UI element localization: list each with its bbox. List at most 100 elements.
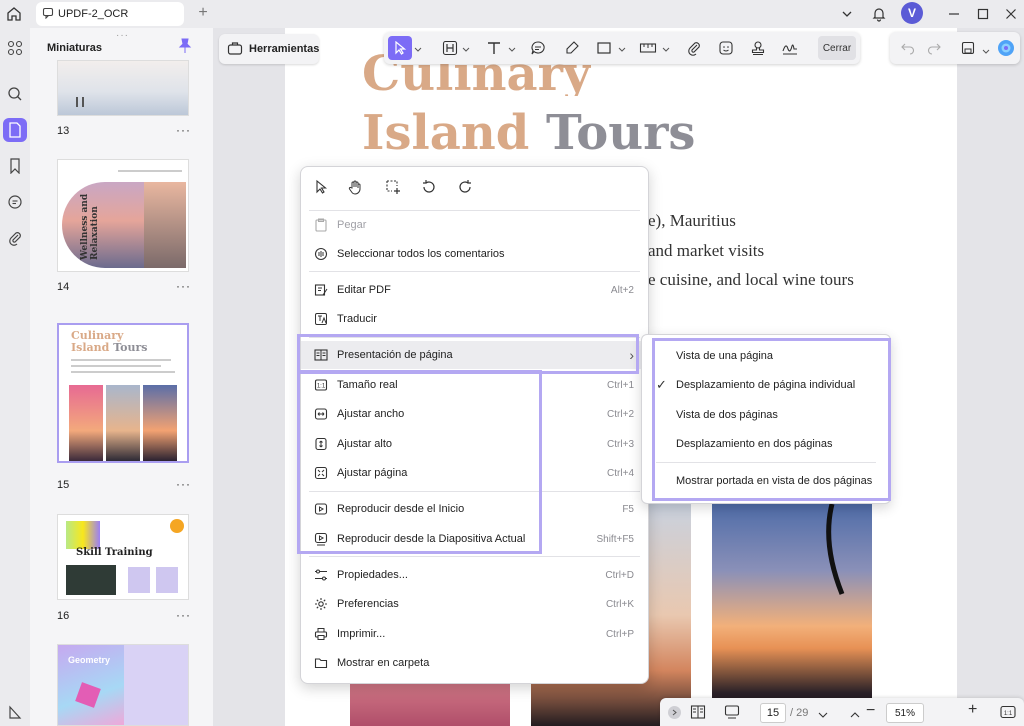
- menu-item-translate[interactable]: Traducir: [301, 305, 648, 333]
- menu-item-actual-size[interactable]: 1:1 Tamaño real Ctrl+1: [301, 371, 648, 399]
- add-area-icon[interactable]: [385, 179, 401, 198]
- more-options-icon[interactable]: ···: [176, 279, 191, 293]
- thumbnail-page-17[interactable]: Geometry: [57, 644, 189, 726]
- page-layout-icon[interactable]: [690, 704, 706, 723]
- fit-page-icon[interactable]: 1:1: [1000, 705, 1016, 722]
- undo-icon[interactable]: [896, 36, 920, 60]
- comments-icon: [313, 246, 329, 262]
- grid-icon[interactable]: [3, 36, 27, 60]
- actual-size-icon: 1:1: [313, 377, 329, 393]
- comment-icon[interactable]: [526, 36, 550, 60]
- panel-title: Miniaturas: [47, 42, 103, 54]
- menu-item-show-in-folder[interactable]: Mostrar en carpeta: [301, 649, 648, 677]
- document-tab[interactable]: UPDF-2_OCR: [36, 2, 184, 26]
- zoom-in-button[interactable]: +: [968, 701, 977, 719]
- thumbnail-text: Wellness and Relaxation: [80, 193, 100, 260]
- menu-item-fit-width[interactable]: Ajustar ancho Ctrl+2: [301, 400, 648, 428]
- measure-icon[interactable]: [636, 36, 660, 60]
- zoom-out-button[interactable]: −: [866, 702, 875, 720]
- page-photo: [350, 682, 510, 726]
- hand-tool-icon[interactable]: [347, 179, 363, 198]
- redo-icon[interactable]: [922, 36, 946, 60]
- more-options-icon[interactable]: ···: [176, 608, 191, 622]
- select-tool-icon[interactable]: [313, 179, 329, 198]
- submenu-item-single-page[interactable]: Vista de una página: [642, 342, 890, 370]
- signature-icon[interactable]: [778, 36, 802, 60]
- save-icon[interactable]: [956, 36, 980, 60]
- rotate-right-icon[interactable]: [457, 179, 473, 198]
- menu-item-fit-page[interactable]: Ajustar página Ctrl+4: [301, 459, 648, 487]
- comment-search-icon[interactable]: [3, 190, 27, 214]
- attachment-icon[interactable]: [3, 226, 27, 250]
- menu-item-preferences[interactable]: Preferencias Ctrl+K: [301, 590, 648, 618]
- home-icon[interactable]: [4, 4, 24, 24]
- ai-assistant-icon[interactable]: [994, 36, 1018, 60]
- sticker-icon[interactable]: [714, 36, 738, 60]
- page-number-input[interactable]: 15: [760, 703, 786, 723]
- minimize-icon[interactable]: [941, 2, 967, 26]
- thumbnail-page-16[interactable]: Skill Training: [57, 514, 189, 600]
- chevron-down-icon[interactable]: [508, 42, 516, 56]
- paperclip-icon[interactable]: [682, 36, 706, 60]
- updf-logo-icon[interactable]: [3, 700, 27, 724]
- close-toolbar-button[interactable]: Cerrar: [818, 36, 856, 60]
- page-total: / 29: [790, 707, 809, 719]
- menu-item-select-all-comments[interactable]: Seleccionar todos los comentarios: [301, 240, 648, 268]
- text-icon[interactable]: [482, 36, 506, 60]
- submenu-item-show-cover[interactable]: Mostrar portada en vista de dos páginas: [642, 467, 890, 495]
- chevron-up-icon[interactable]: [850, 708, 860, 722]
- tools-button[interactable]: Herramientas: [219, 34, 319, 64]
- chevron-down-icon[interactable]: [462, 42, 470, 56]
- maximize-icon[interactable]: [970, 2, 996, 26]
- submenu-item-single-scroll[interactable]: ✓ Desplazamiento de página individual: [642, 371, 890, 399]
- gear-icon: [313, 596, 329, 612]
- menu-item-play-from-start[interactable]: Reproducir desde el Inicio F5: [301, 495, 648, 523]
- submenu-item-two-page-scroll[interactable]: Desplazamiento en dos páginas: [642, 430, 890, 458]
- rectangle-icon[interactable]: [592, 36, 616, 60]
- highlighter-icon[interactable]: [560, 36, 584, 60]
- thumbnail-page-13[interactable]: [57, 60, 189, 116]
- stamp-icon[interactable]: [746, 36, 770, 60]
- zoom-level[interactable]: 51%: [886, 703, 924, 723]
- presentation-icon[interactable]: [724, 704, 740, 723]
- select-tool-icon[interactable]: [388, 36, 412, 60]
- comment-icon: [42, 7, 54, 22]
- menu-item-fit-height[interactable]: Ajustar alto Ctrl+3: [301, 430, 648, 458]
- new-tab-button[interactable]: +: [193, 3, 213, 23]
- drag-handle[interactable]: ···: [116, 30, 129, 41]
- folder-icon: [313, 655, 329, 671]
- chevron-down-icon[interactable]: [662, 42, 670, 56]
- pages-icon[interactable]: [3, 118, 27, 142]
- chevron-down-icon[interactable]: [414, 42, 422, 56]
- menu-item-page-layout[interactable]: Presentación de página ›: [301, 341, 648, 369]
- bookmark-icon[interactable]: [3, 154, 27, 178]
- chevron-down-icon[interactable]: [818, 708, 828, 722]
- sliders-icon: [313, 567, 329, 583]
- context-menu: Pegar Seleccionar todos los comentarios …: [300, 166, 649, 684]
- menu-item-print[interactable]: Imprimir... Ctrl+P: [301, 620, 648, 648]
- thumbnail-page-14[interactable]: Wellness and Relaxation: [57, 159, 189, 272]
- close-icon[interactable]: [998, 2, 1024, 26]
- page-number: 15: [57, 479, 70, 491]
- menu-item-properties[interactable]: Propiedades... Ctrl+D: [301, 561, 648, 589]
- rotate-left-icon[interactable]: [421, 179, 437, 198]
- more-options-icon[interactable]: ···: [176, 123, 191, 137]
- fit-page-icon: [313, 465, 329, 481]
- pin-icon[interactable]: [178, 38, 196, 56]
- chevron-down-icon[interactable]: [834, 2, 860, 26]
- submenu-item-two-page[interactable]: Vista de dos páginas: [642, 401, 890, 429]
- text-box-icon[interactable]: [438, 36, 462, 60]
- menu-item-play-from-current[interactable]: Reproducir desde la Diapositiva Actual Sh…: [301, 525, 648, 553]
- thumbnail-page-15[interactable]: Culinary Island Tours: [57, 323, 189, 463]
- more-options-icon[interactable]: ···: [176, 477, 191, 491]
- body-text: and market visits: [648, 241, 765, 260]
- chevron-down-icon[interactable]: [982, 44, 990, 58]
- menu-item-edit-pdf[interactable]: Editar PDF Alt+2: [301, 276, 648, 304]
- chevron-down-icon[interactable]: [618, 42, 626, 56]
- chevron-right-icon[interactable]: [668, 706, 681, 719]
- search-icon[interactable]: [3, 82, 27, 106]
- menu-item-paste[interactable]: Pegar: [301, 211, 648, 239]
- annotation-toolbar: Cerrar: [384, 32, 860, 64]
- bell-icon[interactable]: [866, 2, 892, 26]
- avatar[interactable]: V: [901, 2, 923, 24]
